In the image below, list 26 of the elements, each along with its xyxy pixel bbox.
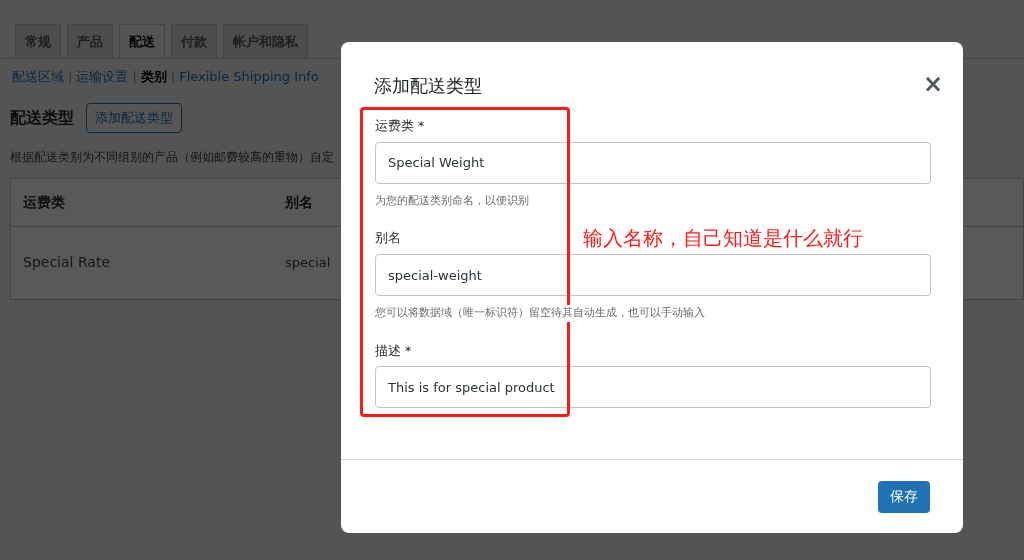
column-header: 别名	[285, 192, 313, 212]
table-cell-text: special	[285, 254, 331, 272]
save-button[interactable]: 保存	[878, 480, 930, 513]
modal-title: 添加配送类型	[374, 74, 482, 98]
subnav-link[interactable]: 配送区域	[12, 67, 64, 87]
close-button[interactable]: ×	[922, 72, 943, 96]
help-text: 您可以将数据域（唯一标识符）留空待其自动生成，也可以手动输入	[375, 305, 705, 322]
separator: |	[170, 68, 176, 86]
tab[interactable]: 配送	[119, 24, 165, 58]
annotation-text: 输入名称，自己知道是什么就行	[583, 226, 863, 251]
separator: |	[132, 68, 137, 86]
subnav-link[interactable]: 运输设置	[76, 67, 129, 87]
field-label: 别名	[375, 229, 401, 248]
subnav-link[interactable]: 类别	[140, 67, 167, 87]
field-label: 运费类 *	[375, 117, 425, 135]
page-heading: 配送类型	[10, 106, 74, 129]
description-text: 根据配送类别为不同组别的产品（例如邮费较高的重物）自定	[10, 148, 334, 166]
table-cell-text: Special Rate	[23, 253, 111, 273]
column-header: 运费类	[23, 192, 66, 212]
input-field[interactable]: This is for special product	[375, 366, 931, 409]
input-field[interactable]: special-weight	[375, 254, 931, 296]
field-label: 描述 *	[375, 341, 412, 360]
add-shipping-class-button[interactable]: 添加配送类型	[86, 102, 182, 133]
input-field[interactable]: Special Weight	[375, 141, 931, 184]
separator: |	[68, 68, 73, 86]
subnav-link[interactable]: Flexible Shipping Info	[179, 67, 319, 87]
